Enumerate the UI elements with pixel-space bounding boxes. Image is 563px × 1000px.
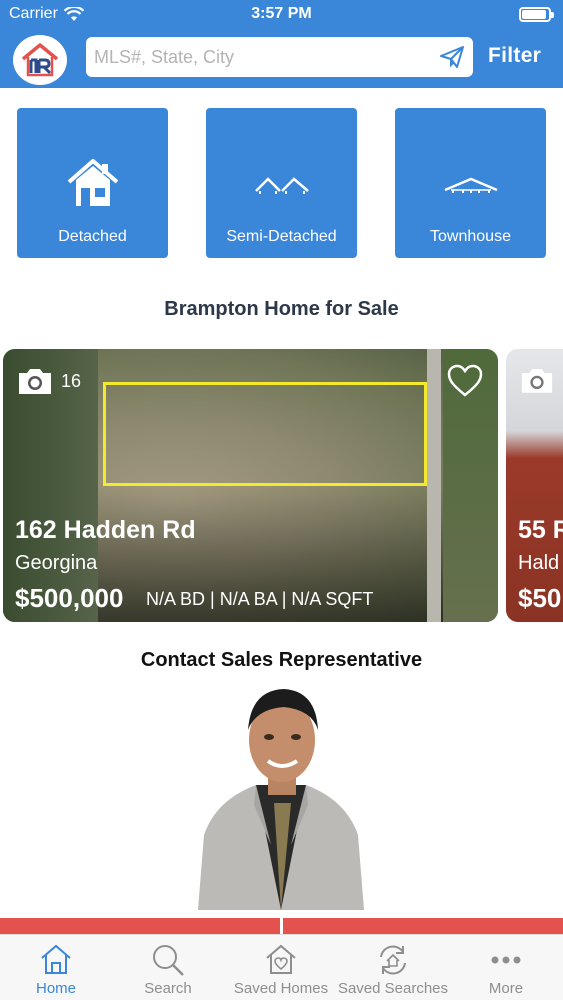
semi-detached-roof-icon (254, 177, 309, 194)
tab-search[interactable]: Search (112, 935, 224, 1000)
tile-townhouse[interactable]: Townhouse (395, 108, 546, 258)
tab-saved-homes[interactable]: Saved Homes (225, 935, 337, 1000)
tab-home[interactable]: Home (0, 935, 112, 1000)
listing-price: $50 (518, 583, 562, 613)
listing-address: 55 R (518, 516, 563, 544)
agent-photo (196, 685, 366, 910)
brand-logo[interactable] (13, 35, 67, 85)
logo-house-icon (21, 43, 59, 77)
tile-semi-detached[interactable]: Semi-Detached (206, 108, 357, 258)
email-button-bar[interactable] (283, 918, 563, 934)
tile-detached[interactable]: Detached (17, 108, 168, 258)
saved-searches-icon (380, 945, 406, 975)
listing-card[interactable]: 55 R Hald $50 (506, 349, 563, 622)
tab-more[interactable]: More (450, 935, 562, 1000)
favorite-heart-icon[interactable] (446, 364, 484, 398)
app-header: Carrier 3:57 PM Filter (0, 0, 563, 88)
photo-count: 16 (17, 367, 81, 395)
home-icon (41, 944, 71, 974)
listings-section-title: Brampton Home for Sale (164, 298, 399, 320)
photo-count-label: 16 (61, 370, 82, 391)
house-icon (67, 159, 118, 206)
tab-label: More (488, 980, 524, 997)
tile-label: Detached (58, 228, 127, 245)
listing-city: Hald (518, 552, 560, 574)
listing-card[interactable]: 16 162 Hadden Rd Georgina $500,000 N/A B… (3, 349, 498, 622)
listing-specs: N/A BD | N/A BA | N/A SQFT (146, 589, 374, 609)
tab-bar: Home Search Saved Homes Saved Searches M… (0, 934, 563, 1000)
contact-section-title: Contact Sales Representative (140, 649, 423, 671)
saved-homes-icon (266, 944, 296, 974)
lot-outline (103, 382, 427, 486)
listing-city: Georgina (15, 552, 98, 574)
search-input[interactable] (94, 37, 434, 77)
search-field[interactable] (86, 37, 473, 77)
camera-icon (521, 369, 553, 393)
send-icon[interactable] (439, 45, 465, 69)
battery-icon (519, 7, 554, 22)
more-icon (491, 956, 521, 964)
camera-icon (19, 369, 51, 394)
tile-label: Townhouse (430, 228, 511, 245)
listing-price: $500,000 (15, 583, 124, 613)
status-bar: Carrier 3:57 PM (0, 0, 563, 30)
tab-saved-searches[interactable]: Saved Searches (337, 935, 449, 1000)
filter-button[interactable]: Filter (488, 44, 541, 68)
townhouse-roof-icon (444, 177, 497, 193)
search-icon (153, 945, 184, 976)
listing-address: 162 Hadden Rd (15, 516, 196, 544)
status-time: 3:57 PM (251, 5, 312, 22)
call-button-bar[interactable] (0, 918, 280, 934)
tile-label: Semi-Detached (226, 228, 337, 245)
